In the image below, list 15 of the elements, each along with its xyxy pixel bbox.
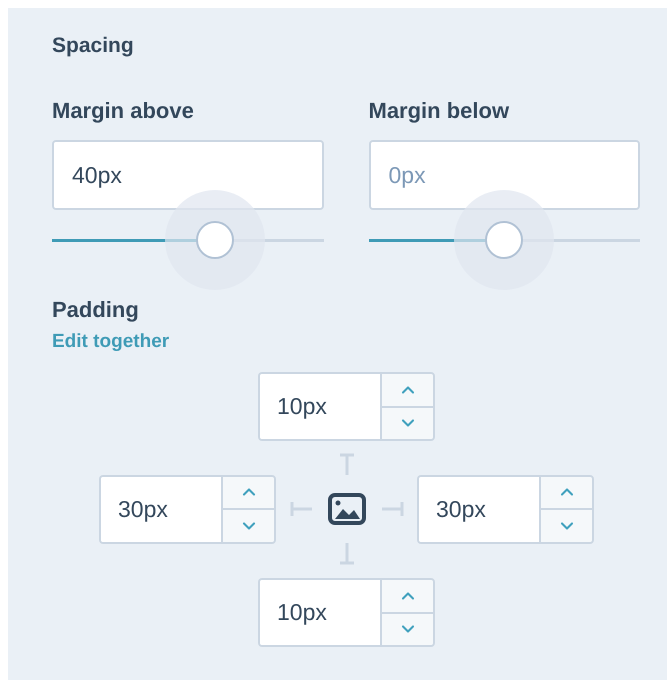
image-icon — [328, 493, 366, 525]
field-label: Margin above — [52, 97, 195, 125]
input-field[interactable]: 30px — [417, 474, 539, 544]
input-field[interactable]: 10px — [258, 372, 380, 441]
input-field[interactable]: 0px — [368, 140, 640, 210]
input-field[interactable]: 40px — [52, 140, 324, 210]
padding-connector-icon — [338, 543, 356, 565]
field-label: Margin below — [368, 97, 510, 125]
padding-connector-icon — [382, 500, 404, 518]
input-field[interactable]: 10px — [258, 578, 380, 647]
section-title: Padding — [52, 296, 140, 324]
input-field[interactable]: 30px — [99, 474, 221, 544]
padding-connector-icon — [338, 453, 356, 475]
padding-connector-icon — [290, 500, 312, 518]
section-title: Spacing — [52, 33, 135, 59]
